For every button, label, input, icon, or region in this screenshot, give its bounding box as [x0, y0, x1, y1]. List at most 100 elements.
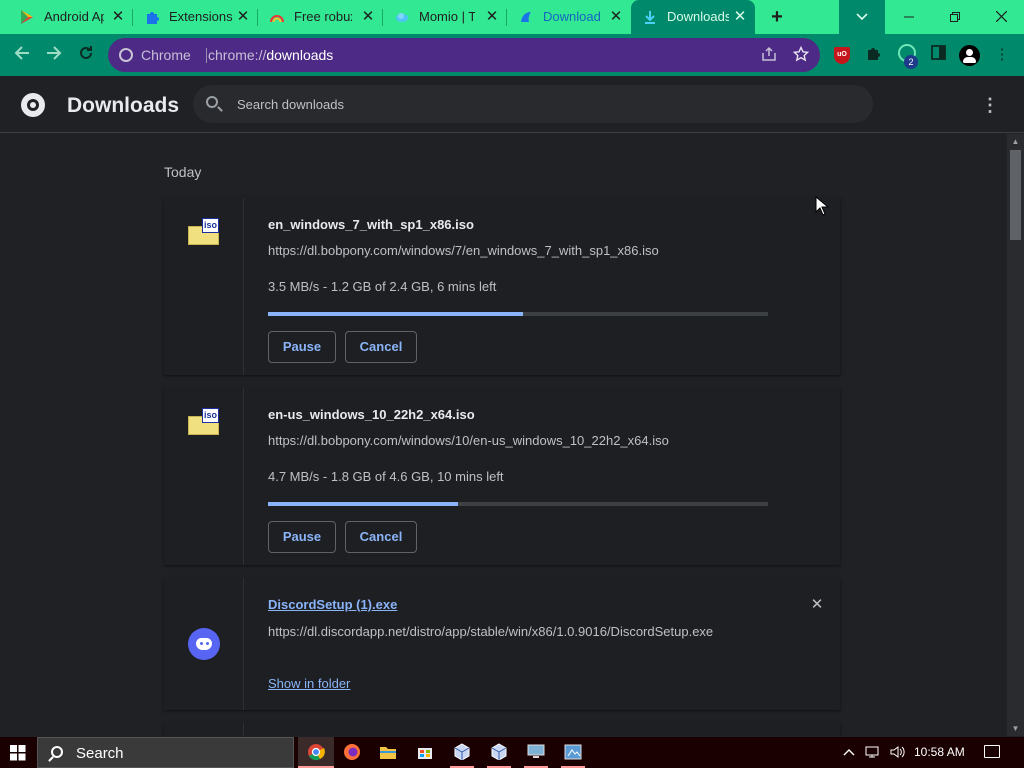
- tray-overflow-chevron-icon[interactable]: [843, 744, 855, 759]
- remove-from-list-icon[interactable]: ✕: [810, 597, 824, 612]
- chrome-icon: [308, 744, 325, 761]
- file-name: en_windows_7_with_sp1_x86.iso: [268, 217, 474, 232]
- tab-close-icon[interactable]: ✕: [732, 9, 748, 25]
- url-host: downloads: [266, 47, 334, 63]
- windows-logo-icon: [10, 745, 26, 761]
- notification-center-icon[interactable]: [984, 745, 1000, 758]
- page-scrollbar[interactable]: ▲ ▼: [1007, 134, 1024, 736]
- download-item: DiscordSetup (1).exe https://dl.discorda…: [164, 578, 840, 710]
- omnibox-divider: [206, 48, 207, 63]
- tab-close-icon[interactable]: ✕: [484, 9, 500, 25]
- restore-button[interactable]: [932, 0, 978, 34]
- scroll-up-icon[interactable]: ▲: [1011, 137, 1020, 146]
- side-panel-icon[interactable]: [928, 45, 948, 65]
- mouse-cursor-icon: [815, 196, 829, 216]
- search-icon[interactable]: [206, 96, 218, 108]
- taskbar-virtualbox-2[interactable]: [481, 737, 517, 768]
- taskbar-store[interactable]: [407, 737, 443, 768]
- discord-icon: [188, 628, 220, 660]
- file-icon-column: [164, 578, 244, 710]
- close-window-button[interactable]: [978, 0, 1024, 34]
- chrome-menu-icon[interactable]: ⋮: [992, 45, 1012, 65]
- url-text[interactable]: chrome://downloads: [208, 47, 333, 63]
- cancel-button[interactable]: Cancel: [345, 521, 417, 553]
- file-url: https://dl.discordapp.net/distro/app/sta…: [268, 624, 714, 639]
- minimize-button[interactable]: [886, 0, 932, 34]
- taskbar-firefox[interactable]: [334, 737, 370, 768]
- virtualbox-cube-icon: [491, 743, 507, 760]
- start-button[interactable]: [0, 737, 36, 768]
- tab-title: Extensions: [169, 10, 233, 24]
- windows-taskbar: Search 10:58 AM: [0, 737, 1024, 768]
- taskbar-settings-app[interactable]: [555, 737, 591, 768]
- pause-button[interactable]: Pause: [268, 521, 336, 553]
- tab-title: Downloads: [667, 10, 729, 24]
- progress-fill: [268, 312, 523, 316]
- download-status: 3.5 MB/s - 1.2 GB of 2.4 GB, 6 mins left: [268, 279, 497, 294]
- file-name-link[interactable]: DiscordSetup (1).exe: [268, 597, 397, 612]
- tab-downloads-inactive[interactable]: Downloads ✕: [507, 0, 631, 34]
- tab-extensions[interactable]: Extensions ✕: [133, 0, 258, 34]
- taskbar-clock[interactable]: 10:58 AM: [914, 745, 965, 759]
- tab-free-robux[interactable]: Free robux ✕: [258, 0, 383, 34]
- address-bar[interactable]: Chrome chrome://downloads: [108, 38, 820, 72]
- tab-downloads-active[interactable]: Downloads ✕: [631, 0, 755, 34]
- forward-button[interactable]: [43, 44, 65, 66]
- download-icon: [645, 11, 655, 24]
- iso-file-icon: iso: [188, 218, 219, 245]
- downloads-header: Downloads ⋮: [0, 76, 1024, 133]
- chrome-logo-icon: [21, 93, 45, 117]
- tab-title: Android Ap: [44, 10, 104, 24]
- cancel-button[interactable]: Cancel: [345, 331, 417, 363]
- ublock-origin-icon[interactable]: uO: [834, 47, 850, 64]
- tab-close-icon[interactable]: ✕: [608, 9, 624, 25]
- mangled-logo-icon: [521, 12, 531, 22]
- search-input[interactable]: [237, 94, 837, 114]
- taskbar-file-explorer[interactable]: [370, 737, 406, 768]
- chrome-site-icon: [119, 48, 133, 62]
- file-name: en-us_windows_10_22h2_x64.iso: [268, 407, 475, 422]
- search-downloads-box[interactable]: [193, 85, 873, 123]
- arrow-left-icon: [14, 46, 29, 60]
- taskbar-virtualbox-1[interactable]: [444, 737, 480, 768]
- taskbar-search-box[interactable]: Search: [37, 737, 294, 768]
- tab-momio[interactable]: Momio | TI ✕: [383, 0, 507, 34]
- download-item: iso en-us_windows_10_22h2_x64.iso https:…: [164, 388, 840, 565]
- taskbar-remote-desktop[interactable]: [518, 737, 554, 768]
- tab-close-icon[interactable]: ✕: [360, 9, 376, 25]
- network-icon[interactable]: [864, 744, 882, 763]
- profile-avatar-icon[interactable]: [959, 45, 980, 66]
- taskbar-chrome[interactable]: [298, 737, 334, 768]
- tab-close-icon[interactable]: ✕: [235, 9, 251, 25]
- chevron-down-icon: [856, 13, 868, 21]
- iso-file-icon: iso: [188, 408, 219, 435]
- file-url: https://dl.bobpony.com/windows/7/en_wind…: [268, 243, 659, 258]
- file-icon-column: iso: [164, 198, 244, 375]
- app-window-icon: [564, 744, 582, 760]
- reload-button[interactable]: [75, 44, 97, 66]
- scroll-down-icon[interactable]: ▼: [1011, 724, 1020, 733]
- store-bag-icon: [418, 748, 432, 759]
- extension-badge: 2: [904, 55, 918, 69]
- share-icon[interactable]: [760, 46, 778, 64]
- back-button[interactable]: [11, 44, 33, 66]
- google-play-icon: [21, 10, 33, 24]
- scroll-thumb[interactable]: [1010, 150, 1021, 240]
- download-item: iso en_windows_7_with_sp1_x86.iso https:…: [164, 198, 840, 375]
- date-heading: Today: [164, 164, 202, 180]
- file-icon-column: iso: [164, 388, 244, 565]
- tab-search-button[interactable]: [839, 0, 885, 34]
- show-in-folder-link[interactable]: Show in folder: [268, 676, 350, 691]
- tab-title: Downloads: [543, 10, 601, 24]
- bookmark-star-icon[interactable]: [792, 45, 810, 64]
- volume-icon[interactable]: [889, 744, 907, 763]
- download-status: 4.7 MB/s - 1.8 GB of 4.6 GB, 10 mins lef…: [268, 469, 504, 484]
- extensions-puzzle-icon[interactable]: [864, 45, 884, 65]
- tab-close-icon[interactable]: ✕: [110, 9, 126, 25]
- pause-button[interactable]: Pause: [268, 331, 336, 363]
- tab-android-apps[interactable]: Android Ap ✕: [0, 0, 133, 34]
- firefox-icon: [344, 744, 360, 760]
- browser-toolbar: Chrome chrome://downloads uO 2 ⋮: [0, 34, 1024, 76]
- new-tab-button[interactable]: +: [766, 7, 788, 27]
- more-actions-icon[interactable]: ⋮: [980, 94, 1000, 116]
